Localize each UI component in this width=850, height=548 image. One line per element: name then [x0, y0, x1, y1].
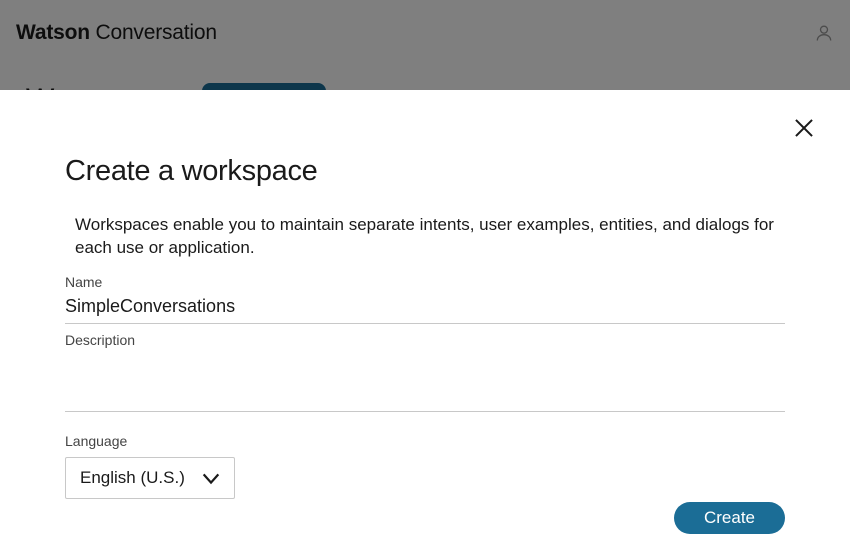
description-label: Description — [65, 332, 785, 348]
modal-content: Create a workspace Workspaces enable you… — [0, 90, 850, 499]
modal-description: Workspaces enable you to maintain separa… — [65, 214, 785, 260]
create-button[interactable]: Create — [674, 502, 785, 534]
chevron-down-icon — [200, 467, 222, 489]
create-workspace-modal: Create a workspace Workspaces enable you… — [0, 90, 850, 548]
modal-title: Create a workspace — [65, 155, 785, 188]
description-field-group: Description — [65, 332, 785, 417]
modal-footer: Create — [674, 502, 785, 534]
language-field-group: Language English (U.S.) — [65, 433, 785, 499]
name-label: Name — [65, 274, 785, 290]
name-field-group: Name — [65, 274, 785, 324]
language-select[interactable]: English (U.S.) — [65, 457, 235, 499]
close-button[interactable] — [790, 116, 818, 144]
description-input[interactable] — [65, 350, 785, 412]
language-label: Language — [65, 433, 785, 449]
name-input[interactable] — [65, 292, 785, 324]
close-icon — [793, 117, 815, 144]
